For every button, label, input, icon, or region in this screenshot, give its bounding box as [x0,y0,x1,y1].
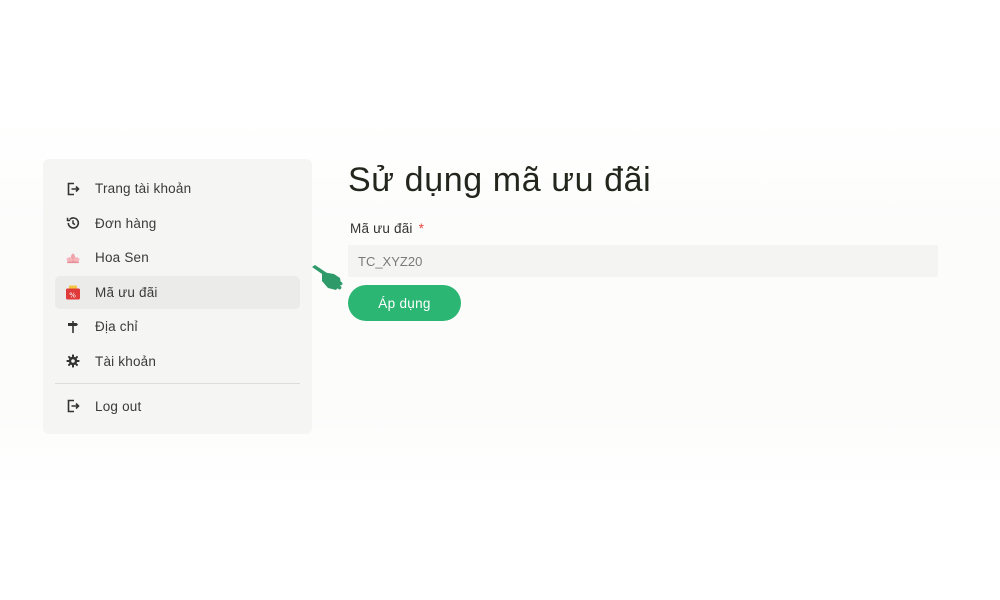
voucher-label-text: Mã ưu đãi [350,221,413,236]
sidebar-divider [55,382,300,384]
required-mark: * [418,221,425,236]
logout-arrow-icon [65,181,81,197]
svg-text:%: % [69,291,76,299]
logout-icon [65,398,81,414]
sidebar-item-label: Tài khoản [95,353,157,369]
sidebar-item-label: Trang tài khoản [95,181,192,196]
sidebar-item-logout[interactable]: Log out [55,390,300,423]
voucher-section: Sử dụng mã ưu đãi Mã ưu đãi * Áp dụng [348,158,940,321]
sidebar-item-label: Đơn hàng [95,215,157,231]
voucher-wallet-icon: % [65,284,81,300]
signpost-icon [65,319,81,335]
voucher-field-label: Mã ưu đãi * [348,221,940,236]
sidebar-item-address[interactable]: Địa chỉ [55,310,300,343]
pointing-hand-icon [312,265,343,290]
voucher-code-input[interactable] [348,245,938,277]
account-sidebar: Trang tài khoản Đơn hàng Hoa Sen % Mã ưu… [43,159,312,434]
history-icon [65,215,81,231]
sidebar-item-account-page[interactable]: Trang tài khoản [55,172,300,205]
sidebar-item-vouchers[interactable]: % Mã ưu đãi [55,275,300,309]
sidebar-item-label: Mã ưu đãi [95,284,158,300]
lotus-icon [65,250,81,266]
sidebar-item-account[interactable]: Tài khoản [55,345,300,378]
sidebar-item-label: Hoa Sen [95,250,149,265]
sidebar-item-label: Log out [95,398,142,414]
apply-button[interactable]: Áp dụng [348,285,461,321]
gear-icon [65,353,81,369]
page-title: Sử dụng mã ưu đãi [348,161,652,199]
sidebar-item-orders[interactable]: Đơn hàng [55,207,300,240]
sidebar-item-label: Địa chỉ [95,319,138,334]
sidebar-item-hoa-sen[interactable]: Hoa Sen [55,241,300,274]
